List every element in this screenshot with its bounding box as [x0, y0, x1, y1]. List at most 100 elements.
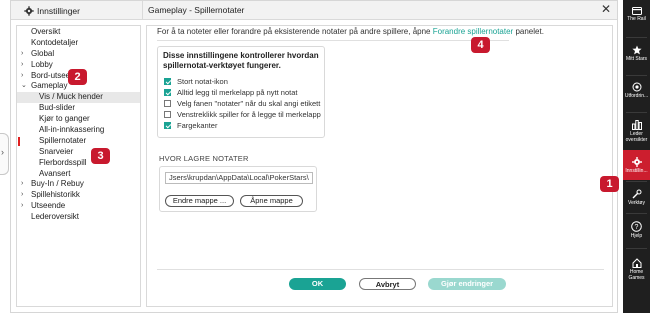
sidebar-item-buy-in-rebuy[interactable]: › Buy-In / Rebuy	[17, 179, 140, 190]
rail-item-cashier[interactable]: The Rail	[623, 0, 650, 36]
option-label: Stort notat-ikon	[177, 76, 228, 86]
checkbox-checked[interactable]	[164, 88, 171, 96]
app-title: Innstillinger	[24, 4, 80, 17]
option-row[interactable]: Venstreklikk spiller for å legge til mer…	[164, 109, 321, 119]
rail-item-leaderboard[interactable]: Leder oversikter	[623, 113, 650, 149]
app-title-text: Innstillinger	[37, 5, 80, 16]
sidebar-item-label: Vis / Muck hender	[39, 92, 103, 102]
svg-text:?: ?	[635, 224, 639, 231]
chevron-right-icon: ›	[21, 71, 24, 79]
sidebar-item-avansert[interactable]: Avansert	[17, 169, 140, 180]
rail-item-label: Hjelp	[630, 233, 643, 239]
cashier-icon	[623, 7, 650, 15]
option-label: Alltid legg til merkelapp på nytt notat	[177, 87, 298, 97]
sidebar-item-label: Bud-slider	[39, 103, 76, 113]
rail-item-label: The Rail	[627, 16, 646, 22]
rail-item-help[interactable]: ? Hjelp	[623, 214, 650, 247]
sidebar-item-label: Spillernotater	[39, 135, 87, 145]
rail-divider	[626, 247, 647, 249]
rail-item-challenges[interactable]: Utfordrin...	[623, 75, 650, 111]
rail-item-label: Innstillin...	[625, 168, 648, 174]
chevron-right-icon: ›	[21, 202, 24, 210]
intro-suffix: panelet.	[513, 27, 544, 36]
sidebar-item-label: Avansert	[39, 168, 71, 178]
rail-item-home[interactable]: Home Games	[623, 251, 650, 287]
rail-item-star[interactable]: Mitt Stars	[623, 38, 650, 74]
leaderboard-icon	[623, 120, 650, 130]
gear-icon	[623, 157, 650, 167]
change-folder-button[interactable]: Endre mappe ...	[165, 195, 234, 207]
sidebar-item-label: Utseende	[31, 201, 66, 211]
rail-item-label: Home Games	[628, 269, 645, 281]
checkbox-unchecked[interactable]	[164, 99, 171, 107]
sidebar-item-label: Oversikt	[31, 27, 61, 36]
option-row[interactable]: Fargekanter	[164, 120, 217, 130]
intro-prefix: For å ta noteter eller forandre på eksis…	[157, 27, 433, 36]
sidebar-item-flerbordsspill[interactable]: Flerbordsspill	[17, 158, 140, 169]
sidebar-item-label: Lobby	[31, 59, 53, 69]
callout-marker-4: 4	[471, 37, 490, 53]
apply-changes-button[interactable]: Gjør endringer	[428, 278, 506, 290]
checkbox-checked[interactable]	[164, 77, 171, 85]
open-folder-button[interactable]: Åpne mappe	[240, 195, 303, 207]
settings-heading: Disse innstillingene kontrollerer hvorda…	[163, 51, 319, 70]
rail-item-label: Verktøy	[628, 200, 645, 206]
rail-divider	[626, 180, 647, 182]
rail-item-wrench[interactable]: Verktøy	[623, 187, 650, 212]
wrench-icon	[623, 189, 650, 199]
option-row[interactable]: Alltid legg til merkelapp på nytt notat	[164, 87, 297, 97]
option-row[interactable]: Stort notat-ikon	[164, 76, 228, 86]
option-label: Fargekanter	[177, 120, 218, 130]
notes-settings-box: Disse innstillingene kontrollerer hvorda…	[157, 46, 325, 138]
sidebar-item-oversikt[interactable]: Oversikt	[17, 27, 140, 38]
callout-marker-3: 3	[91, 148, 110, 164]
checkbox-checked[interactable]	[164, 121, 171, 129]
ok-button[interactable]: OK	[289, 278, 346, 290]
sidebar-item-label: Snarveier	[39, 146, 74, 156]
checkbox-unchecked[interactable]	[164, 110, 171, 118]
close-button[interactable]: ✕	[601, 2, 611, 16]
title-bar: Innstillinger Gameplay - Spillernotater …	[11, 1, 617, 20]
chevron-right-icon: ›	[21, 191, 24, 199]
callout-marker-1: 1	[600, 176, 619, 192]
sidebar-item-utseende[interactable]: › Utseende	[17, 201, 140, 212]
sidebar-item-lederoversikt[interactable]: Lederoversikt	[17, 212, 140, 223]
chevron-right-icon: ›	[21, 60, 24, 68]
expand-panel-tab[interactable]: ›	[0, 133, 9, 175]
sidebar-item-label: Kjør to ganger	[39, 114, 90, 124]
sidebar-item-snarveier[interactable]: Snarveier	[17, 147, 140, 158]
sidebar-item-label: Spillehistorikk	[31, 190, 80, 200]
sidebar-item-kjør-to-ganger[interactable]: Kjør to ganger	[17, 114, 140, 125]
sidebar-item-label: Gameplay	[31, 81, 68, 91]
option-row[interactable]: Velg fanen "notater" når du skal angi et…	[164, 98, 320, 108]
cancel-button[interactable]: Avbryt	[359, 278, 416, 290]
home-icon	[623, 258, 650, 268]
storage-path-field[interactable]: Jsers\krupdan\AppData\Local\PokerStars\	[165, 172, 313, 184]
rail-item-label: Utfordrin...	[624, 93, 649, 99]
edit-player-notes-link[interactable]: Forandre spillernotater	[433, 27, 513, 36]
sidebar-item-spillehistorikk[interactable]: › Spillehistorikk	[17, 190, 140, 201]
chevron-right-icon: ›	[1, 147, 4, 157]
storage-section-label: HVOR LAGRE NOTATER	[159, 154, 249, 163]
gear-icon	[24, 5, 34, 16]
sidebar-item-label: Global	[31, 48, 55, 58]
storage-box: Jsers\krupdan\AppData\Local\PokerStars\ …	[159, 166, 317, 212]
sidebar-item-kontodetaljer[interactable]: Kontodetaljer	[17, 38, 140, 49]
help-icon: ?	[623, 221, 650, 232]
rail-item-label: Leder oversikter	[625, 131, 648, 143]
sidebar-item-label: All-in-innkassering	[39, 125, 105, 135]
sidebar-item-global[interactable]: › Global	[17, 49, 140, 60]
title-divider	[142, 1, 143, 20]
sidebar-item-bud-slider[interactable]: Bud-slider	[17, 103, 140, 114]
sidebar-item-all-in-innkassering[interactable]: All-in-innkassering	[17, 125, 140, 136]
sidebar-item-label: Kontodetaljer	[31, 37, 79, 47]
sidebar-item-label: Flerbordsspill	[39, 157, 87, 167]
star-icon	[623, 45, 650, 55]
sidebar-item-label: Lederoversikt	[31, 212, 80, 222]
sidebar-item-spillernotater[interactable]: Spillernotater	[17, 136, 140, 147]
chevron-right-icon: ›	[21, 49, 24, 57]
rail-item-gear[interactable]: Innstillin...	[623, 150, 650, 180]
divider	[157, 40, 509, 41]
sidebar-item-vis-muck-hender[interactable]: Vis / Muck hender	[17, 92, 140, 104]
sidebar-item-label: Buy-In / Rebuy	[31, 179, 84, 189]
